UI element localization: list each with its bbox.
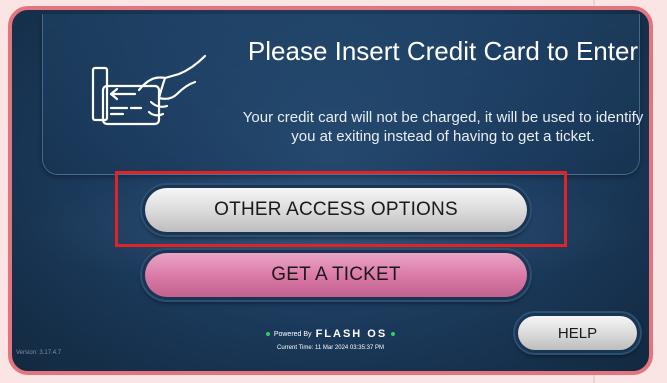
- instruction-banner: Please Insert Credit Card to Enter Your …: [42, 14, 643, 175]
- current-time: Current Time: 11 Mar 2024 03:35:37 PM: [277, 345, 384, 351]
- instruction-text: Your credit card will not be charged, it…: [242, 109, 644, 145]
- page-title: Please Insert Credit Card to Enter: [247, 36, 639, 66]
- highlight-box: [115, 171, 567, 247]
- kiosk-screen: Please Insert Credit Card to Enter Your …: [8, 6, 653, 375]
- status-dot-icon: [265, 332, 270, 336]
- powered-by-label: Powered By: [273, 330, 312, 338]
- hand-inserting-credit-card-icon: [91, 54, 207, 126]
- powered-by-line: Powered By FLASH OS: [12, 328, 649, 340]
- version-label: Version: 3.17.4.7: [16, 350, 62, 356]
- status-dot-icon: [391, 332, 396, 336]
- brand-logo: FLASH OS: [315, 328, 388, 340]
- get-ticket-frame: GET A TICKET: [142, 250, 530, 300]
- get-ticket-button[interactable]: GET A TICKET: [145, 253, 527, 297]
